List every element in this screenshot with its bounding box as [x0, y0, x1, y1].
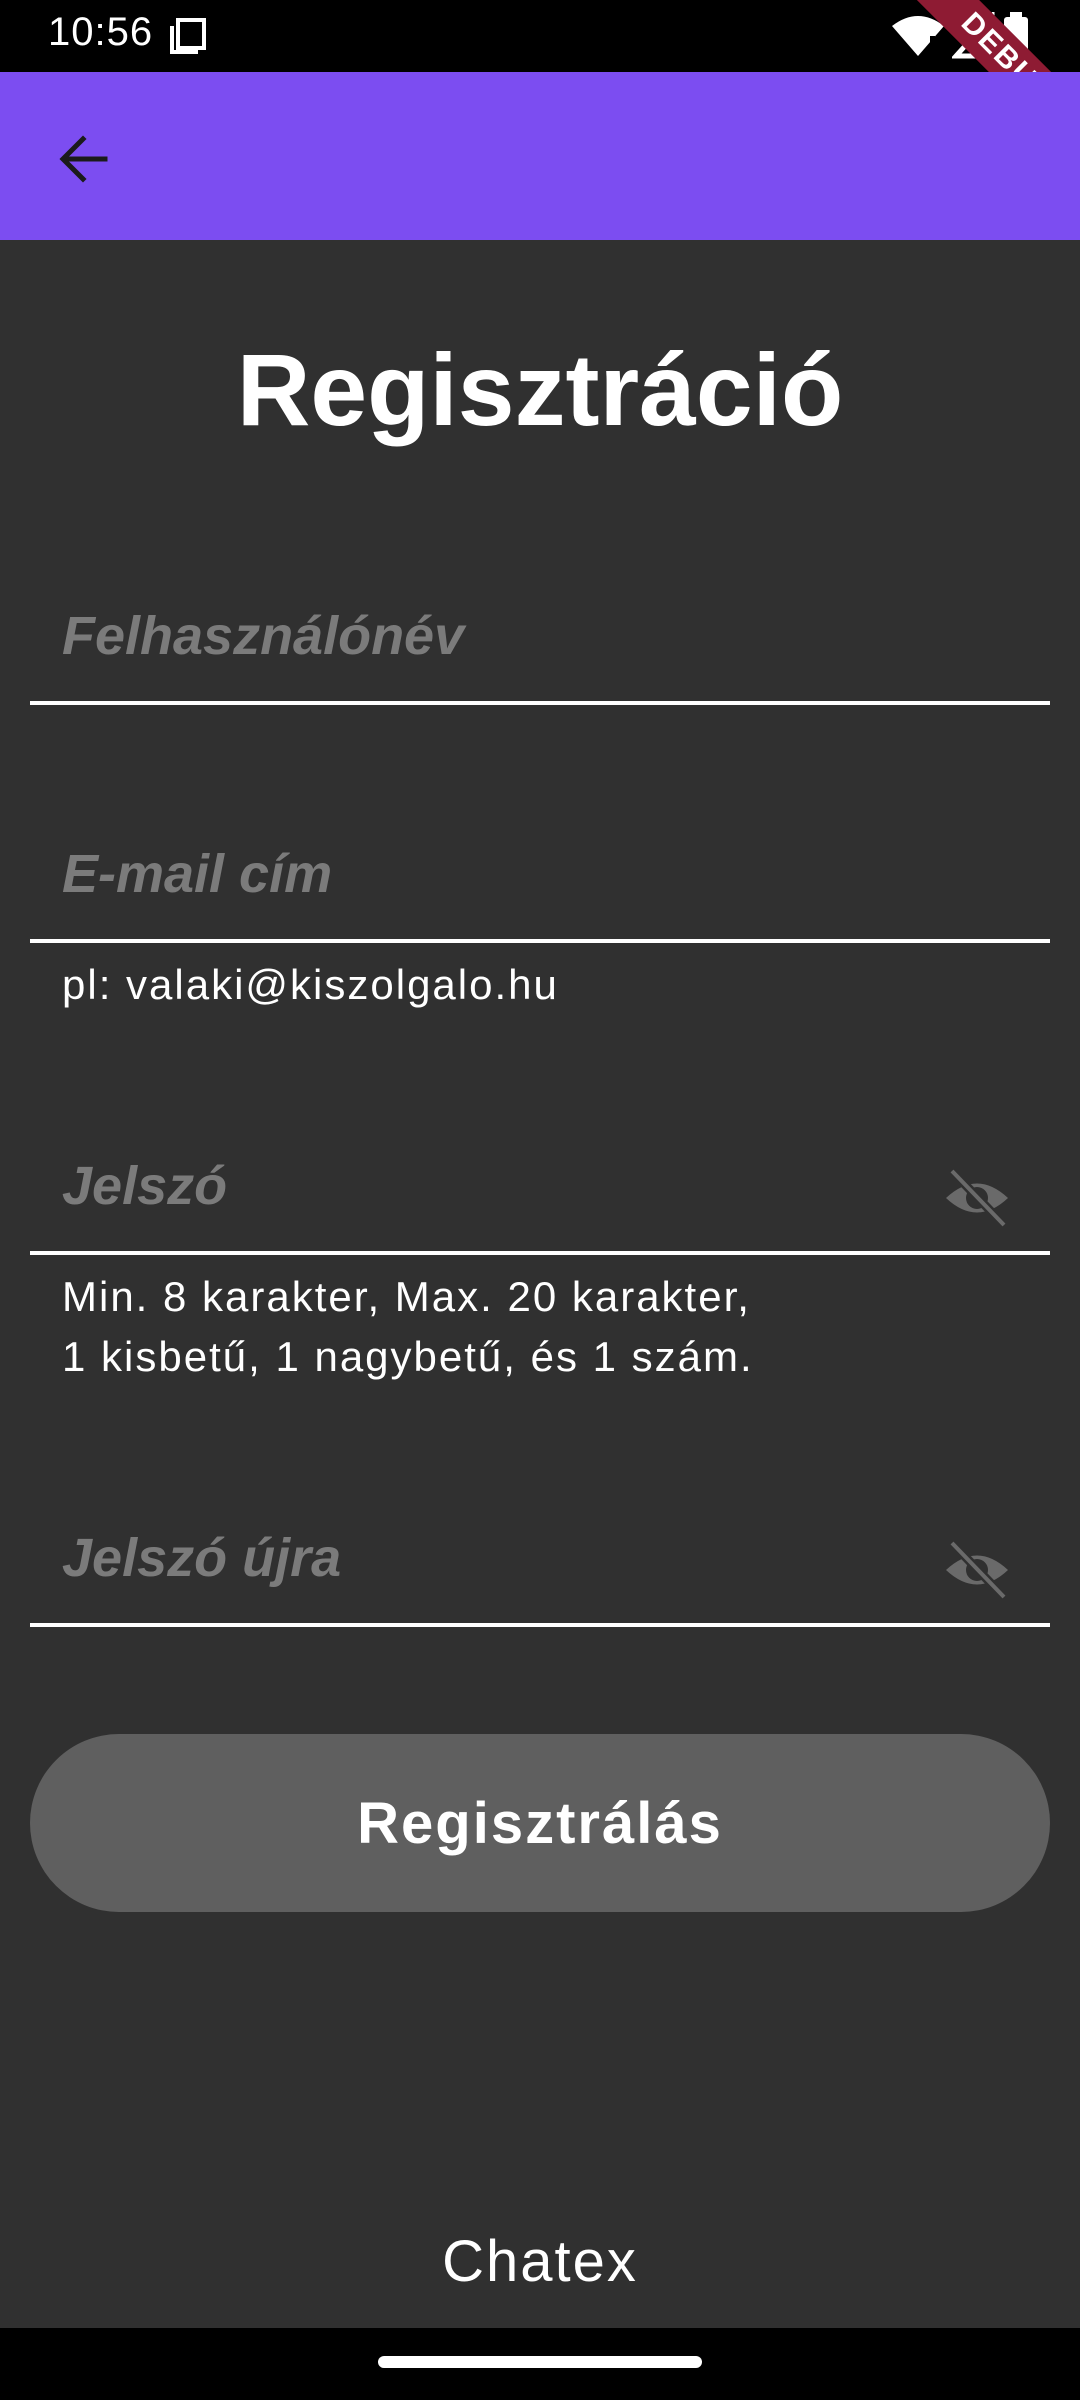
battery-icon: [1004, 12, 1028, 59]
app-bar: [0, 72, 1080, 240]
password-helper-line-1: Min. 8 karakter, Max. 20 karakter,: [62, 1273, 751, 1320]
home-handle[interactable]: [378, 2356, 702, 2368]
screen-icon: [168, 16, 208, 56]
password-confirm-underline: [30, 1623, 1050, 1627]
password-confirm-field[interactable]: Jelszó újra: [30, 1507, 1050, 1627]
password-helper-line-2: 1 kisbetű, 1 nagybetű, és 1 szám.: [62, 1333, 754, 1380]
back-button[interactable]: [40, 116, 126, 202]
username-placeholder: Felhasználónév: [62, 606, 465, 666]
register-button[interactable]: Regisztrálás: [30, 1734, 1050, 1912]
visibility-off-icon[interactable]: [942, 1163, 1012, 1233]
status-bar: 10:56: [0, 0, 1080, 72]
system-nav-bar: [0, 2328, 1080, 2400]
signal-icon: [952, 12, 995, 59]
footer-brand: Chatex: [442, 2229, 638, 2294]
email-field[interactable]: E-mail cím: [30, 823, 1050, 943]
password-placeholder: Jelszó: [62, 1156, 228, 1216]
page-title: Regisztráció: [236, 333, 844, 447]
username-field[interactable]: Felhasználónév: [30, 585, 1050, 705]
password-underline: [30, 1251, 1050, 1255]
wifi-icon: [892, 16, 944, 56]
password-confirm-placeholder: Jelszó újra: [62, 1528, 342, 1588]
password-helper-text: Min. 8 karakter, Max. 20 karakter, 1 kis…: [62, 1267, 754, 1387]
status-time: 10:56: [48, 10, 154, 54]
arrow-back-icon: [59, 135, 108, 183]
email-underline: [30, 939, 1050, 943]
email-helper-text: pl: valaki@kiszolgalo.hu: [62, 961, 559, 1008]
email-placeholder: E-mail cím: [62, 844, 333, 904]
status-icons: [890, 12, 1060, 60]
visibility-off-icon[interactable]: [942, 1535, 1012, 1605]
password-field[interactable]: Jelszó: [30, 1135, 1050, 1255]
username-underline: [30, 701, 1050, 705]
